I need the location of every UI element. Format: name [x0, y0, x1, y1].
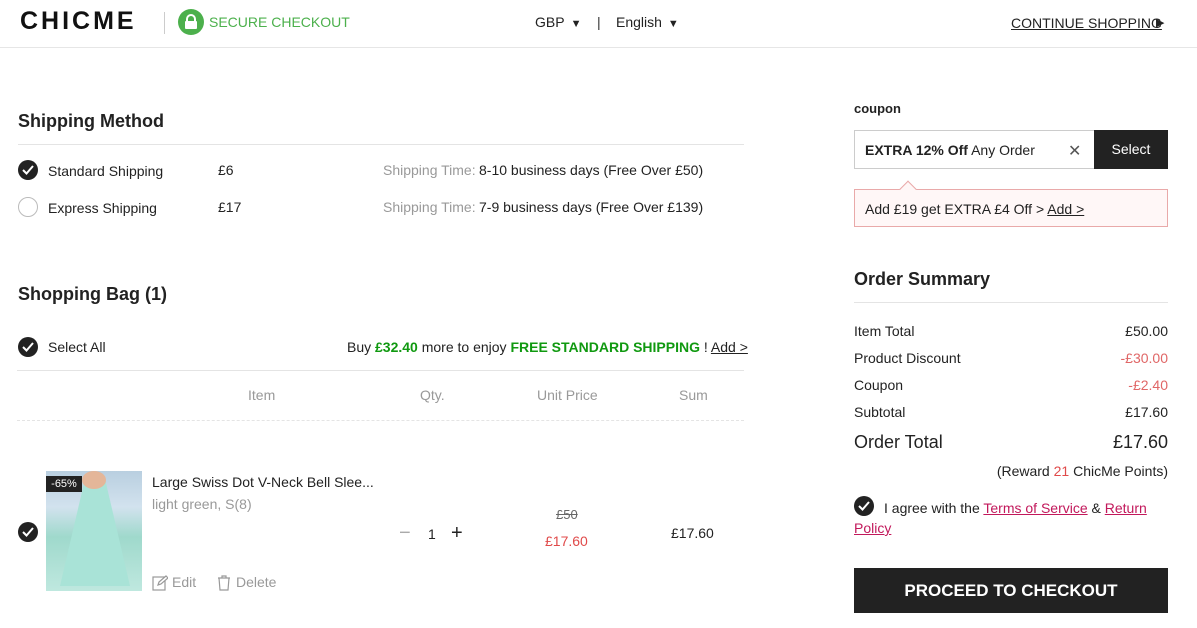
header-separator: | [597, 14, 601, 30]
top-header: CHICME SECURE CHECKOUT GBP ▼ | English ▼ C… [0, 0, 1197, 48]
product-name[interactable]: Large Swiss Dot V-Neck Bell Slee... [152, 474, 374, 490]
column-unit-price: Unit Price [537, 387, 598, 403]
coupon-code-rest: Any Order [971, 142, 1035, 158]
agree-terms-checkbox[interactable] [854, 496, 874, 516]
subtotal-value: £17.60 [1125, 404, 1168, 420]
promo-buy: Buy [347, 339, 372, 355]
quantity-value[interactable]: 1 [428, 526, 436, 542]
divider [854, 302, 1168, 303]
shipping-time-label: Shipping Time: [383, 199, 476, 215]
product-image-dress [60, 481, 130, 586]
promo-mid: more to enjoy [421, 339, 507, 355]
promo-free-shipping: FREE STANDARD SHIPPING [510, 339, 700, 355]
coupon-code-bold: EXTRA 12% Off [865, 142, 968, 158]
continue-shopping-link[interactable]: CONTINUE SHOPPING [1011, 15, 1162, 31]
caret-down-icon: ▼ [570, 18, 582, 30]
return-policy-link[interactable]: Return [1105, 500, 1147, 516]
original-price: £50 [556, 507, 578, 522]
column-sum: Sum [679, 387, 708, 403]
product-variant[interactable]: light green, S(8) [152, 496, 252, 512]
standard-shipping-price: £6 [218, 162, 234, 178]
reward-points: (Reward 21 ChicMe Points) [997, 463, 1168, 479]
play-arrow-icon[interactable]: ▶ [1156, 16, 1164, 29]
express-shipping-label[interactable]: Express Shipping [48, 200, 157, 216]
promo-bang: ! [703, 339, 708, 355]
currency-selector[interactable]: GBP ▼ [535, 14, 581, 30]
terms-of-service-link[interactable]: Terms of Service [983, 500, 1087, 516]
return-policy-link-cont[interactable]: Policy [854, 520, 891, 536]
lock-icon [178, 9, 204, 35]
reward-post: ChicMe Points) [1073, 463, 1168, 479]
caret-down-icon: ▼ [667, 18, 679, 30]
reward-pre: (Reward [996, 463, 1050, 479]
agree-pre: I agree with the [884, 500, 980, 516]
unit-price: £17.60 [545, 533, 588, 549]
language-value: English [616, 14, 662, 30]
promo-amount: £32.40 [375, 339, 418, 355]
standard-shipping-time: 8-10 business days (Free Over £50) [479, 162, 704, 178]
shopping-bag-title: Shopping Bag (1) [18, 284, 167, 304]
reward-points-value: 21 [1053, 463, 1070, 479]
promo-add-link[interactable]: Add > [711, 339, 748, 355]
item-total-value: £50.00 [1125, 323, 1168, 339]
logo-divider [164, 12, 165, 34]
divider [17, 370, 744, 371]
product-image-model [82, 471, 106, 489]
coupon-discount-value: -£2.40 [1128, 377, 1168, 393]
coupon-promo-add-link[interactable]: Add > [1047, 201, 1084, 217]
product-discount-label: Product Discount [854, 350, 961, 366]
coupon-discount-label: Coupon [854, 377, 904, 393]
select-all-checkbox[interactable] [18, 337, 38, 357]
product-checkbox[interactable] [18, 522, 38, 542]
row-sum: £17.60 [671, 525, 714, 541]
item-total-label: Item Total [854, 323, 915, 339]
product-discount-value: -£30.00 [1120, 350, 1168, 366]
coupon-value[interactable]: EXTRA 12% Off Any Order [865, 142, 1035, 158]
quantity-increase-button[interactable]: + [451, 523, 463, 543]
coupon-promo: Add £19 get EXTRA £4 Off > Add > [865, 201, 1085, 217]
standard-shipping-label[interactable]: Standard Shipping [48, 163, 163, 179]
edit-label[interactable]: Edit [172, 574, 196, 590]
shipping-time-label: Shipping Time: [383, 162, 476, 178]
order-total-label: Order Total [854, 432, 943, 452]
dashed-divider [17, 420, 744, 421]
agree-amp: & [1091, 500, 1101, 516]
shipping-method-title: Shipping Method [18, 111, 164, 131]
column-qty: Qty. [420, 387, 445, 403]
subtotal-label: Subtotal [854, 404, 906, 420]
standard-shipping-radio[interactable] [18, 160, 38, 180]
quantity-decrease-button[interactable]: − [399, 523, 411, 543]
edit-icon[interactable] [152, 575, 169, 594]
delete-label[interactable]: Delete [236, 574, 276, 590]
logo[interactable]: CHICME [20, 7, 137, 36]
coupon-label: coupon [854, 101, 901, 116]
express-shipping-radio[interactable] [18, 197, 38, 217]
agree-terms-text: I agree with the Terms of Service & Retu… [884, 500, 1147, 516]
express-shipping-price: £17 [218, 199, 242, 215]
currency-value: GBP [535, 14, 565, 30]
column-item: Item [248, 387, 276, 403]
secure-checkout-label: SECURE CHECKOUT [209, 14, 350, 30]
trash-icon[interactable] [217, 575, 231, 594]
free-shipping-promo: Buy £32.40 more to enjoy FREE STANDARD S… [347, 339, 748, 355]
clear-coupon-icon[interactable]: ✕ [1068, 141, 1081, 161]
coupon-select-button[interactable]: Select [1094, 130, 1168, 169]
express-shipping-time: 7-9 business days (Free Over £139) [479, 199, 704, 215]
divider [18, 144, 744, 145]
language-selector[interactable]: English ▼ [616, 14, 679, 30]
discount-badge: -65% [46, 476, 82, 492]
order-total-value: £17.60 [1112, 432, 1168, 452]
select-all-label[interactable]: Select All [48, 339, 106, 355]
proceed-to-checkout-button[interactable]: PROCEED TO CHECKOUT [854, 568, 1168, 613]
order-summary-title: Order Summary [854, 269, 991, 289]
